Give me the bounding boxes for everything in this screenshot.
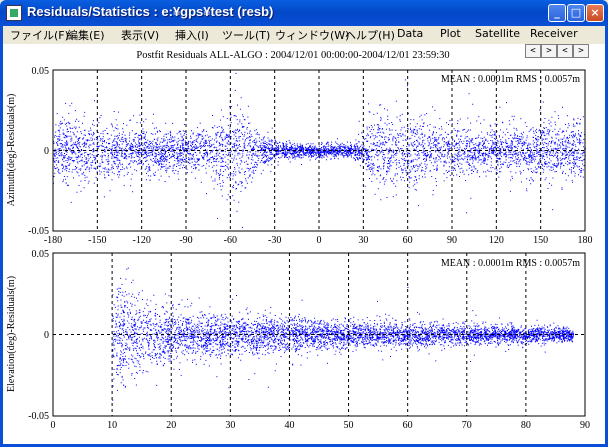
maximize-button[interactable]: □ — [567, 4, 585, 22]
menu-data[interactable]: Data — [397, 27, 423, 40]
elevation-stats-label: MEAN : 0.0001m RMS : 0.0057m — [441, 258, 580, 269]
azimuth-x-ticks: -180 -150 -120 -90 -60 -30 0 30 60 90 120 150 180 — [44, 235, 593, 246]
azimuth-stats-label: MEAN : 0.0001m RMS : 0.0057m — [441, 74, 580, 85]
menu-plot[interactable]: Plot — [440, 27, 461, 40]
title-bar[interactable]: Residuals/Statistics : e:¥gps¥test (resb… — [0, 0, 608, 26]
azimuth-x-tick-label: 30 — [358, 235, 368, 246]
elevation-y-axis-label: Elevation(deg)-Residuals(m) — [6, 276, 17, 392]
azimuth-y-tick-min: -0.05 — [28, 226, 49, 237]
azimuth-x-tick-label: 0 — [317, 235, 322, 246]
azimuth-x-tick-label: -150 — [88, 235, 106, 246]
menu-receiver[interactable]: Receiver — [530, 27, 578, 40]
elevation-x-tick-label: 70 — [462, 420, 472, 431]
elevation-x-tick-label: 50 — [344, 420, 354, 431]
menu-file[interactable]: ファイル(F) — [10, 27, 69, 43]
elevation-x-tick-label: 40 — [284, 420, 294, 431]
menu-insert[interactable]: 挿入(I) — [175, 27, 209, 43]
azimuth-x-tick-label: 150 — [533, 235, 548, 246]
elevation-y-tick-max: 0.05 — [32, 249, 50, 260]
minimize-button[interactable]: _ — [548, 4, 566, 22]
elevation-x-tick-label: 60 — [403, 420, 413, 431]
menu-bar: ファイル(F) 編集(E) 表示(V) 挿入(I) ツール(T) ウィンドウ(W… — [0, 26, 608, 44]
elevation-x-tick-label: 30 — [225, 420, 235, 431]
elevation-x-tick-label: 0 — [51, 420, 56, 431]
azimuth-x-tick-label: 90 — [447, 235, 457, 246]
azimuth-x-tick-label: -90 — [179, 235, 192, 246]
menu-help[interactable]: ヘルプ(H) — [345, 27, 395, 43]
residual-plots: -180 -150 -120 -90 -60 -30 0 30 60 90 120 150 180 0.… — [6, 66, 593, 431]
elevation-y-tick-zero: 0 — [44, 330, 49, 341]
window-title: Residuals/Statistics : e:¥gps¥test (resb… — [27, 4, 274, 19]
azimuth-x-tick-label: -60 — [224, 235, 237, 246]
azimuth-x-tick-label: -120 — [132, 235, 150, 246]
close-button[interactable]: × — [586, 4, 604, 22]
elevation-x-ticks: 0 10 20 30 40 50 60 70 80 90 — [51, 420, 591, 431]
elevation-x-tick-label: 90 — [580, 420, 590, 431]
azimuth-x-tick-label: 180 — [578, 235, 593, 246]
elevation-x-tick-label: 20 — [166, 420, 176, 431]
azimuth-x-tick-label: 120 — [489, 235, 504, 246]
elevation-y-tick-min: -0.05 — [28, 411, 49, 422]
azimuth-y-tick-zero: 0 — [44, 146, 49, 157]
azimuth-x-tick-label: -30 — [268, 235, 281, 246]
azimuth-y-tick-max: 0.05 — [32, 66, 50, 77]
menu-tools[interactable]: ツール(T) — [222, 27, 270, 43]
menu-edit[interactable]: 編集(E) — [67, 27, 105, 43]
menu-window[interactable]: ウィンドウ(W) — [275, 27, 349, 43]
elevation-x-tick-label: 80 — [521, 420, 531, 431]
menu-satellite[interactable]: Satellite — [475, 27, 520, 40]
elevation-x-tick-label: 10 — [107, 420, 117, 431]
azimuth-y-axis-label: Azimuth(deg)-Residuals(m) — [6, 94, 17, 207]
app-icon[interactable] — [6, 5, 22, 21]
menu-view[interactable]: 表示(V) — [121, 27, 159, 43]
azimuth-x-tick-label: 60 — [403, 235, 413, 246]
plot-area: Postfit Residuals ALL-ALGO : 2004/12/01 … — [3, 44, 605, 444]
